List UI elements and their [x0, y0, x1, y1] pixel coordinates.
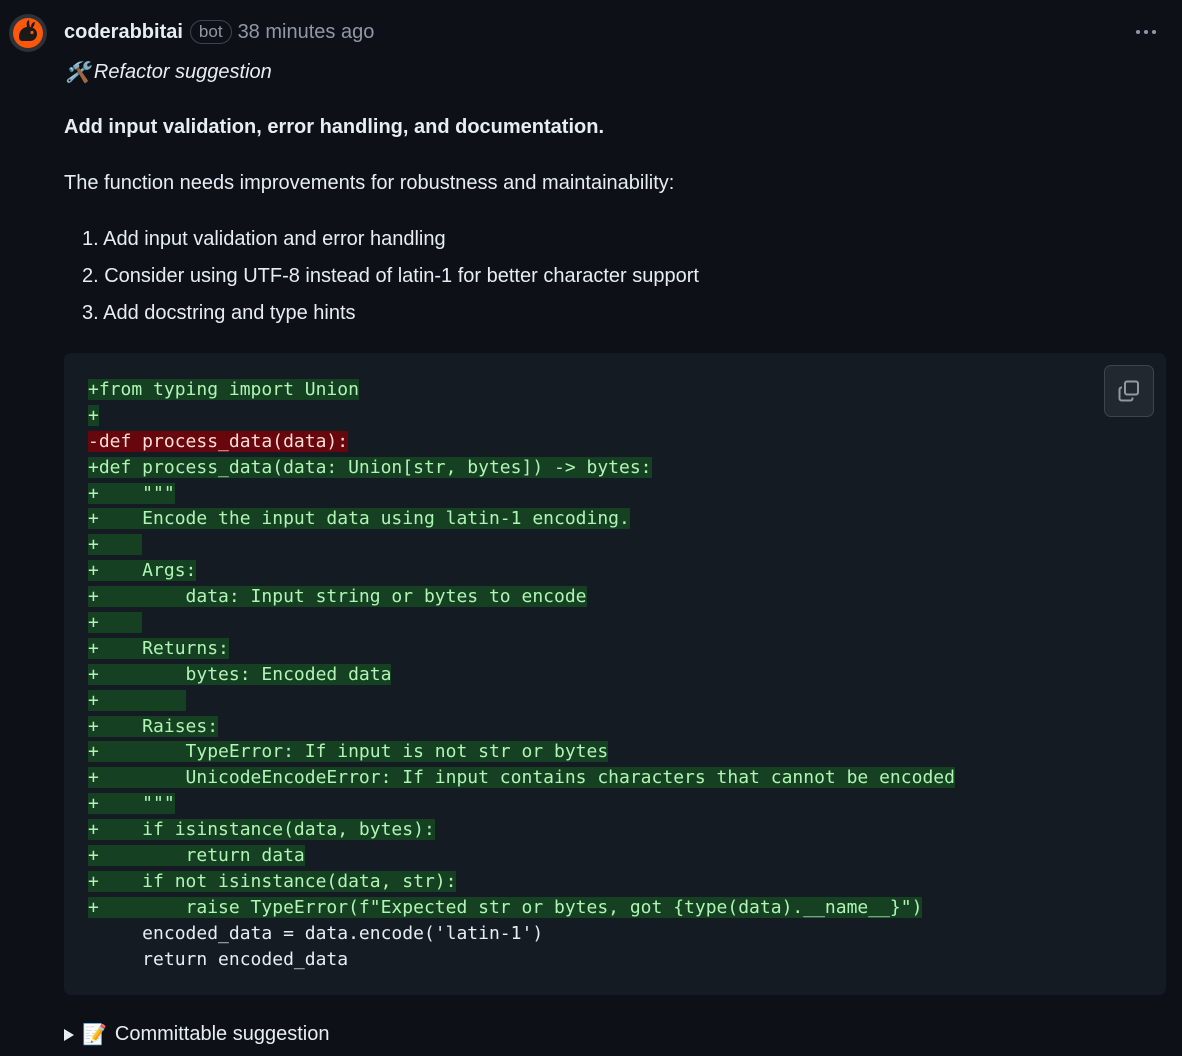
diff-line-added: + Returns: — [88, 636, 955, 662]
list-item: 3. Add docstring and type hints — [82, 302, 356, 324]
avatar[interactable] — [9, 14, 47, 52]
diff-line-text: + bytes: Encoded data — [88, 663, 392, 685]
diff-line-added: + if not isinstance(data, str): — [88, 869, 955, 895]
diff-line-text: + raise TypeError(f"Expected str or byte… — [88, 896, 923, 918]
copy-button[interactable] — [1104, 365, 1154, 417]
copy-icon — [1118, 380, 1139, 402]
committable-suggestion-label: Committable suggestion — [114, 1023, 330, 1045]
diff-line-added: +from typing import Union — [88, 377, 955, 403]
memo-icon: 📝 — [82, 1024, 107, 1046]
diff-line-added: + data: Input string or bytes to encode — [88, 584, 955, 610]
diff-line-text: + — [88, 404, 99, 426]
suggestion-intro: The function needs improvements for robu… — [64, 172, 675, 194]
kebab-menu-icon — [1136, 30, 1140, 34]
diff-line-added: + bytes: Encoded data — [88, 662, 955, 688]
diff-line-added: + — [88, 532, 955, 558]
diff-line-added: + return data — [88, 843, 955, 869]
diff-line-text: + """ — [88, 793, 175, 815]
diff-line-text: + Raises: — [88, 715, 219, 737]
diff-line-text: + data: Input string or bytes to encode — [88, 586, 587, 608]
diff-line-added: + TypeError: If input is not str or byte… — [88, 739, 955, 765]
diff-line-added: + raise TypeError(f"Expected str or byte… — [88, 895, 955, 921]
diff-line-added: + Args: — [88, 558, 955, 584]
diff-line-text: + if not isinstance(data, str): — [88, 870, 457, 892]
diff-line-text: + Encode the input data using latin-1 en… — [88, 508, 630, 530]
diff-line-added: + """ — [88, 481, 955, 507]
diff-line-added: + if isinstance(data, bytes): — [88, 817, 955, 843]
list-item: 1. Add input validation and error handli… — [82, 228, 446, 250]
diff-line-removed: -def process_data(data): — [88, 429, 955, 455]
tools-icon: 🛠️ — [65, 62, 90, 84]
comment-timestamp[interactable]: 38 minutes ago — [238, 21, 375, 44]
diff-line-added: + """ — [88, 791, 955, 817]
diff-line-added: + Raises: — [88, 714, 955, 740]
diff-line-context: encoded_data = data.encode('latin-1') — [88, 921, 955, 947]
improvement-list: 1. Add input validation and error handli… — [82, 226, 699, 337]
diff-line-text: +from typing import Union — [88, 379, 359, 400]
diff-line-text: + return data — [88, 845, 305, 867]
diff-line-text: +def process_data(data: Union[str, bytes… — [88, 456, 652, 478]
list-item: 2. Consider using UTF-8 instead of latin… — [82, 265, 699, 287]
diff-line-text: + """ — [88, 482, 175, 504]
diff-line-text: return encoded_data — [88, 948, 349, 970]
diff-line-text: + — [88, 534, 143, 556]
diff-line-text: + Args: — [88, 560, 197, 582]
suggestion-heading: Add input validation, error handling, an… — [64, 116, 604, 138]
diff-line-text: + if isinstance(data, bytes): — [88, 819, 435, 841]
refactor-label-text: Refactor suggestion — [93, 61, 272, 83]
diff-line-text: + Returns: — [88, 637, 229, 659]
refactor-label: 🛠️ Refactor suggestion — [65, 60, 272, 85]
comment-options-button[interactable] — [1130, 20, 1162, 44]
diff-line-text: + — [88, 612, 143, 634]
disclosure-triangle-icon — [64, 1028, 74, 1041]
diff-line-added: + — [88, 610, 955, 636]
diff-line-context: return encoded_data — [88, 947, 955, 973]
diff-line-text: + — [88, 689, 186, 711]
diff-line-added: + Encode the input data using latin-1 en… — [88, 506, 955, 532]
committable-suggestion-toggle[interactable]: 📝 Committable suggestion — [64, 1022, 329, 1047]
diff-line-text: + UnicodeEncodeError: If input contains … — [88, 767, 955, 789]
diff-line-text: -def process_data(data): — [88, 430, 349, 452]
bot-badge: bot — [189, 20, 232, 44]
coderabbit-logo-icon — [13, 18, 43, 48]
comment-header: coderabbitai bot 38 minutes ago — [64, 18, 374, 46]
diff-code: +from typing import Union + -def process_d… — [88, 377, 955, 972]
diff-line-added: + UnicodeEncodeError: If input contains … — [88, 765, 955, 791]
diff-line-added: + — [88, 403, 955, 429]
diff-line-added: + — [88, 688, 955, 714]
diff-line-text: encoded_data = data.encode('latin-1') — [88, 922, 544, 944]
diff-line-text: + TypeError: If input is not str or byte… — [88, 741, 609, 763]
author-name[interactable]: coderabbitai — [64, 21, 183, 44]
diff-line-added: +def process_data(data: Union[str, bytes… — [88, 455, 955, 481]
